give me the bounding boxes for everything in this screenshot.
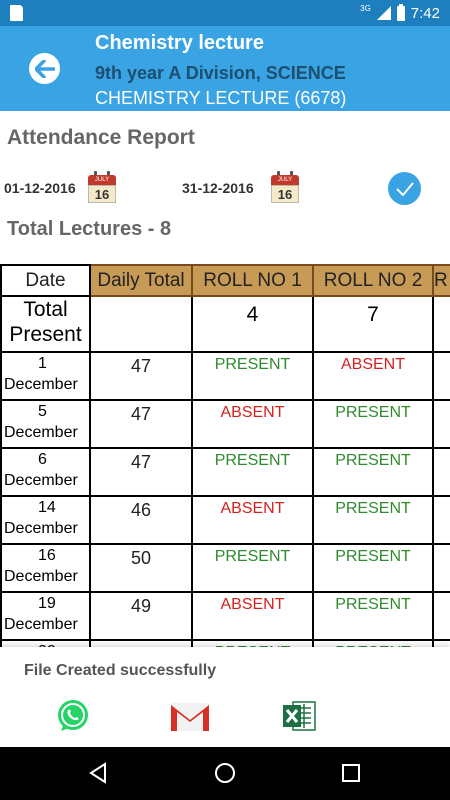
whatsapp-icon[interactable] [55,698,91,734]
checkmark-icon [395,181,414,196]
nav-back-icon[interactable] [88,762,108,784]
date-cell: 14 December [0,495,91,545]
apply-button[interactable] [388,172,421,205]
page-title: Attendance Report [7,126,195,149]
table-row: 5 December 47 ABSENT PRESENT [0,399,450,449]
sd-card-icon [10,5,23,21]
status-cell: PRESENT [191,447,314,497]
toast-message: File Created successfully [24,662,217,679]
from-date[interactable]: 01-12-2016 [4,180,76,196]
calendar-icon[interactable]: JULY 16 [88,171,116,203]
column-header: Daily Total [89,264,193,297]
attendance-table[interactable]: Date Daily Total ROLL NO 1 ROLL NO 2 R T… [0,264,450,647]
table-header-row: Date Daily Total ROLL NO 1 ROLL NO 2 R [0,264,450,297]
table-cell [432,447,450,497]
nav-home-icon[interactable] [214,762,236,784]
table-row: 1 December 47 PRESENT ABSENT [0,351,450,401]
status-cell: ABSENT [191,591,314,641]
calendar-icon[interactable]: JULY 16 [271,171,299,203]
class-subtitle: 9th year A Division, SCIENCE [95,63,346,83]
daily-total-cell: 50 [89,543,193,593]
date-cell: 16 December [0,543,91,593]
total-present-value: 7 [312,295,434,353]
course-code: CHEMISTRY LECTURE (6678) [95,88,347,108]
date-cell: 6 December [0,447,91,497]
status-cell: ABSENT [312,351,434,401]
clock: 7:42 [410,4,440,22]
excel-icon[interactable] [281,698,317,734]
date-cell: 19 December [0,591,91,641]
total-present-label: Total Present [0,295,91,353]
table-cell [432,399,450,449]
table-row: 22December47PRESENTPRESENT [0,639,450,647]
battery-icon [396,3,405,21]
table-cell [432,295,450,353]
gmail-icon[interactable] [170,698,209,734]
signal-icon [376,6,391,20]
daily-total-cell: 46 [89,495,193,545]
date-cell: 22December [0,639,91,647]
column-header: Date [0,264,91,297]
table-cell [432,351,450,401]
table-cell [432,495,450,545]
column-header: ROLL NO 1 [191,264,314,297]
navigation-bar [0,747,450,800]
column-header: R [432,264,450,297]
table-cell [432,591,450,641]
table-row: 19 December 49 ABSENT PRESENT [0,591,450,641]
total-present-value: 4 [191,295,314,353]
table-row: 6 December 47 PRESENT PRESENT [0,447,450,497]
daily-total-cell: 47 [89,351,193,401]
daily-total-cell: 49 [89,591,193,641]
toast-panel: File Created successfully [0,647,450,747]
status-cell: PRESENT [312,447,434,497]
daily-total-cell: 47 [89,399,193,449]
total-present-row: Total Present 4 7 [0,295,450,353]
back-button[interactable] [29,53,60,84]
date-cell: 5 December [0,399,91,449]
to-date[interactable]: 31-12-2016 [182,180,254,196]
daily-total-cell: 47 [89,447,193,497]
status-bar: 3G 7:42 [0,0,450,26]
table-cell [432,639,450,647]
lecture-title: Chemistry lecture [95,32,264,54]
nav-recents-icon[interactable] [342,762,360,784]
daily-total-cell: 47 [89,639,193,647]
status-cell: PRESENT [191,351,314,401]
status-cell: PRESENT [312,639,434,647]
status-cell: PRESENT [312,399,434,449]
status-cell: PRESENT [191,639,314,647]
status-cell: PRESENT [312,495,434,545]
status-cell: ABSENT [191,495,314,545]
table-row: 14 December 46 ABSENT PRESENT [0,495,450,545]
network-type: 3G [360,3,371,13]
status-cell: ABSENT [191,399,314,449]
total-lectures: Total Lectures - 8 [7,218,172,240]
table-row: 16 December 50 PRESENT PRESENT [0,543,450,593]
arrow-left-icon [34,59,55,78]
status-cell: PRESENT [312,543,434,593]
status-cell: PRESENT [191,543,314,593]
total-present-value [89,295,193,353]
app-header: Chemistry lecture 9th year A Division, S… [0,26,450,111]
date-cell: 1 December [0,351,91,401]
table-cell [432,543,450,593]
status-cell: PRESENT [312,591,434,641]
column-header: ROLL NO 2 [312,264,434,297]
